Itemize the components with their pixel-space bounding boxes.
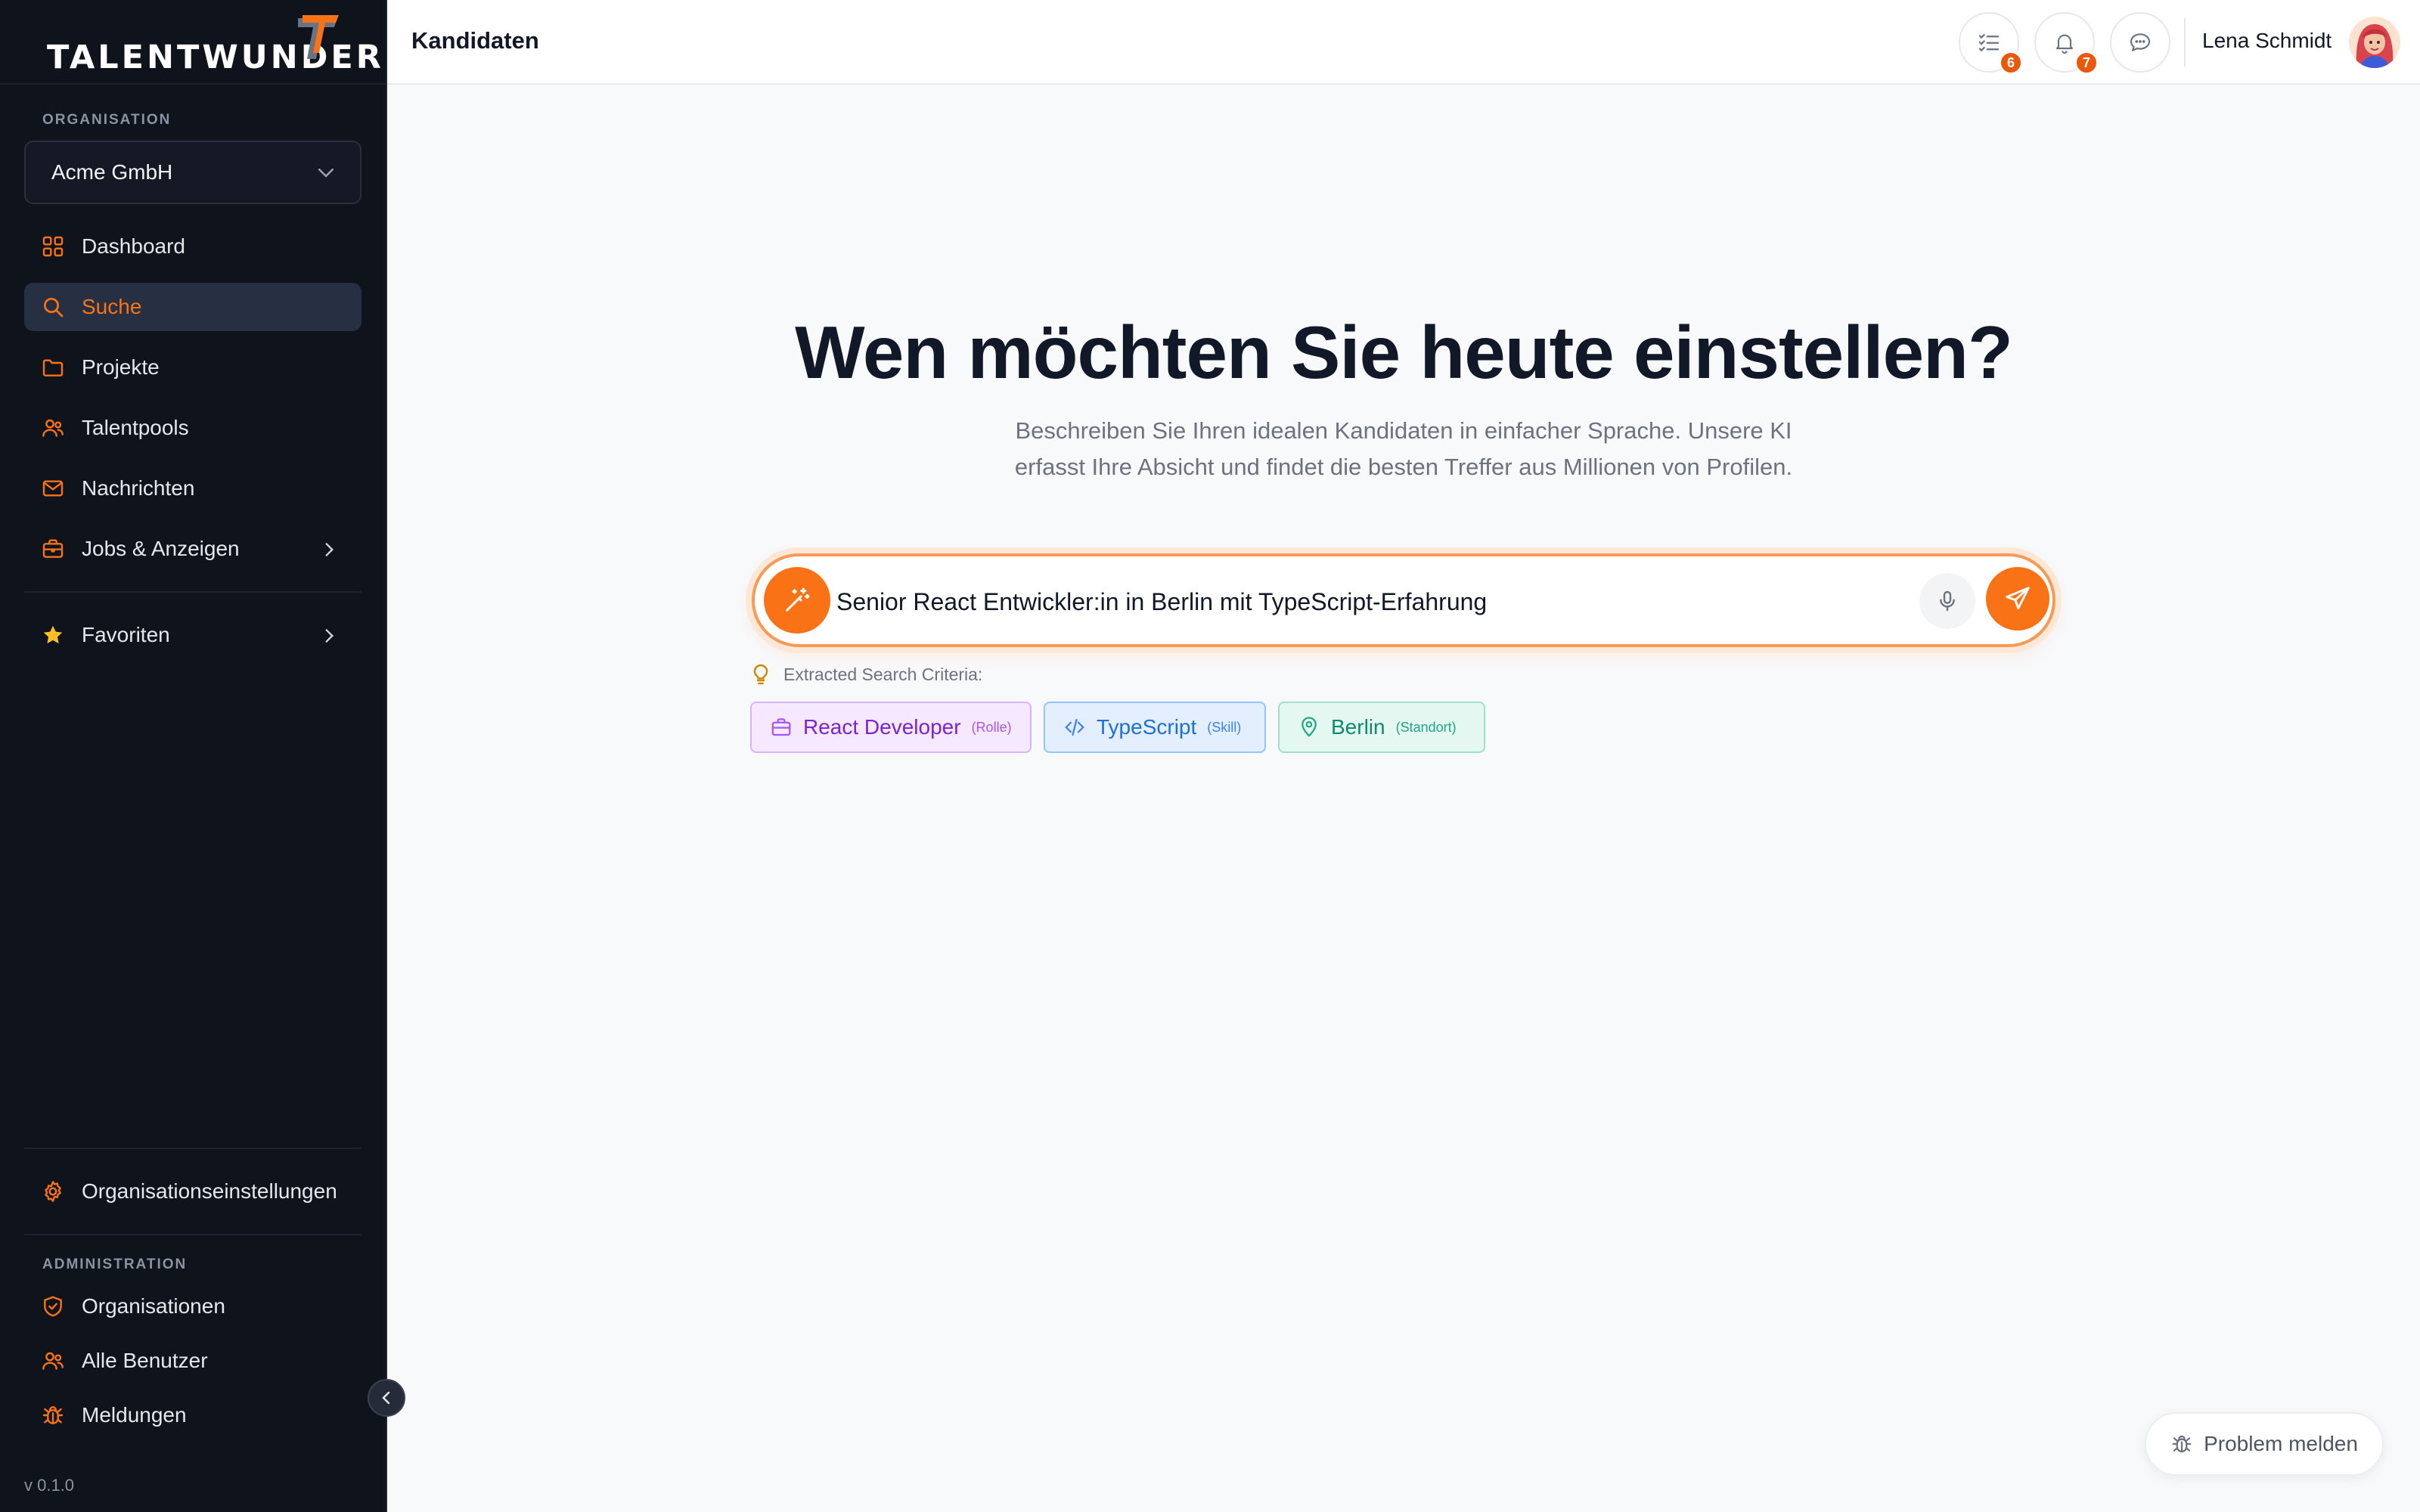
search-bar bbox=[752, 553, 2055, 647]
code-icon bbox=[1065, 718, 1084, 736]
sidebar-item-alle-benutzer[interactable]: Alle Benutzer bbox=[24, 1337, 361, 1385]
sidebar-divider bbox=[24, 591, 361, 593]
map-pin-icon bbox=[1302, 717, 1317, 737]
star-icon bbox=[43, 625, 63, 644]
sidebar-item-label: Meldungen bbox=[82, 1403, 187, 1427]
sidebar-item-label: Nachrichten bbox=[82, 476, 195, 500]
sidebar-item-favoriten[interactable]: Favoriten bbox=[24, 611, 361, 659]
sidebar-item-dashboard[interactable]: Dashboard bbox=[24, 222, 361, 271]
messages-button[interactable] bbox=[2110, 12, 2170, 73]
report-problem-label: Problem melden bbox=[2204, 1432, 2358, 1455]
notifications-button[interactable]: 7 bbox=[2034, 12, 2098, 74]
hero-title: Wen möchten Sie heute einstellen? bbox=[795, 311, 2013, 394]
gear-icon bbox=[45, 1181, 61, 1202]
sidebar-item-meldungen[interactable]: Meldungen bbox=[24, 1391, 361, 1439]
checklist-icon bbox=[1978, 33, 2000, 52]
microphone-icon bbox=[1940, 590, 1955, 612]
bug-icon bbox=[42, 1406, 64, 1424]
tasks-count-badge: 6 bbox=[2000, 51, 2022, 74]
chevron-right-icon bbox=[325, 629, 334, 643]
sidebar-divider bbox=[0, 83, 387, 85]
send-icon bbox=[2006, 587, 2030, 610]
criteria-header: Extracted Search Criteria: bbox=[749, 662, 982, 686]
chip-type: (Rolle) bbox=[971, 719, 1012, 735]
lightbulb-icon bbox=[753, 664, 768, 685]
admin-section-label: ADMINISTRATION bbox=[42, 1256, 188, 1272]
app-version: v 0.1.0 bbox=[24, 1476, 75, 1495]
sidebar-item-label: Jobs & Anzeigen bbox=[82, 537, 240, 560]
chevron-right-icon bbox=[325, 543, 334, 556]
grid-icon bbox=[42, 236, 64, 257]
sidebar: TALENTWUNDER ORGANISATION Acme GmbH Dash… bbox=[0, 0, 387, 1512]
sidebar-item-talentpools[interactable]: Talentpools bbox=[24, 404, 361, 452]
criteria-chip-role[interactable]: React Developer (Rolle) bbox=[750, 702, 1032, 753]
org-section-label: ORGANISATION bbox=[42, 112, 172, 128]
sidebar-item-label: Favoriten bbox=[82, 623, 170, 646]
criteria-label: Extracted Search Criteria: bbox=[783, 664, 983, 684]
logo-mark-icon bbox=[298, 15, 339, 59]
bug-icon bbox=[2172, 1435, 2192, 1453]
chip-value: Berlin bbox=[1331, 715, 1385, 739]
sidebar-item-organisationen[interactable]: Organisationen bbox=[24, 1282, 361, 1331]
magic-wand-button[interactable] bbox=[764, 567, 830, 634]
sidebar-item-jobs[interactable]: Jobs & Anzeigen bbox=[24, 525, 361, 573]
sidebar-item-label: Organisationseinstellungen bbox=[82, 1179, 337, 1203]
chevron-down-icon bbox=[318, 169, 334, 178]
sidebar-item-label: Talentpools bbox=[82, 416, 189, 439]
sidebar-item-label: Projekte bbox=[82, 355, 160, 379]
chat-bubble-icon bbox=[2130, 33, 2151, 51]
search-input[interactable] bbox=[836, 579, 1895, 624]
criteria-chip-location[interactable]: Berlin (Standort) bbox=[1278, 702, 1485, 753]
sidebar-item-label: Dashboard bbox=[82, 234, 185, 258]
criteria-chip-skill[interactable]: TypeScript (Skill) bbox=[1044, 702, 1266, 753]
users-icon bbox=[42, 1352, 64, 1370]
notifications-count-badge: 7 bbox=[2075, 51, 2098, 74]
chip-type: (Standort) bbox=[1395, 719, 1457, 735]
briefcase-icon bbox=[771, 718, 791, 736]
voice-input-button[interactable] bbox=[1919, 573, 1975, 629]
avatar[interactable] bbox=[2349, 17, 2400, 68]
sidebar-item-label: Alle Benutzer bbox=[82, 1349, 208, 1372]
chip-value: React Developer bbox=[803, 715, 961, 739]
report-problem-button[interactable]: Problem melden bbox=[2145, 1412, 2384, 1476]
sidebar-collapse-button[interactable] bbox=[368, 1379, 405, 1417]
shield-icon bbox=[44, 1296, 62, 1317]
users-icon bbox=[42, 419, 64, 437]
top-header: Kandidaten 6 7 Lena Schmidt bbox=[387, 0, 2420, 85]
brand-logo[interactable]: TALENTWUNDER bbox=[47, 15, 384, 74]
chip-type: (Skill) bbox=[1207, 719, 1242, 735]
sidebar-item-label: Suche bbox=[82, 295, 142, 318]
mail-icon bbox=[42, 480, 64, 497]
org-select[interactable]: Acme GmbH bbox=[24, 141, 361, 204]
sidebar-item-label: Organisationen bbox=[82, 1294, 225, 1318]
chip-value: TypeScript bbox=[1097, 715, 1197, 739]
sidebar-item-suche[interactable]: Suche bbox=[24, 283, 361, 331]
sidebar-item-nachrichten[interactable]: Nachrichten bbox=[24, 464, 361, 513]
chevron-left-icon bbox=[382, 1391, 390, 1405]
sidebar-divider bbox=[24, 1234, 361, 1235]
page-title: Kandidaten bbox=[411, 27, 539, 54]
bell-icon bbox=[2055, 34, 2074, 54]
user-name[interactable]: Lena Schmidt bbox=[2202, 29, 2332, 53]
hero-subtitle: Beschreiben Sie Ihren idealen Kandidaten… bbox=[1014, 417, 1793, 480]
tasks-button[interactable]: 6 bbox=[1959, 12, 2022, 74]
search-icon bbox=[44, 298, 64, 318]
submit-search-button[interactable] bbox=[1986, 567, 2049, 631]
org-select-value: Acme GmbH bbox=[51, 160, 173, 184]
sidebar-item-org-settings[interactable]: Organisationseinstellungen bbox=[24, 1167, 361, 1216]
magic-wand-icon bbox=[786, 587, 810, 612]
briefcase-icon bbox=[42, 539, 64, 558]
sidebar-divider bbox=[24, 1148, 361, 1149]
sidebar-item-projekte[interactable]: Projekte bbox=[24, 343, 361, 392]
folder-icon bbox=[42, 359, 64, 376]
header-divider bbox=[2184, 18, 2186, 67]
